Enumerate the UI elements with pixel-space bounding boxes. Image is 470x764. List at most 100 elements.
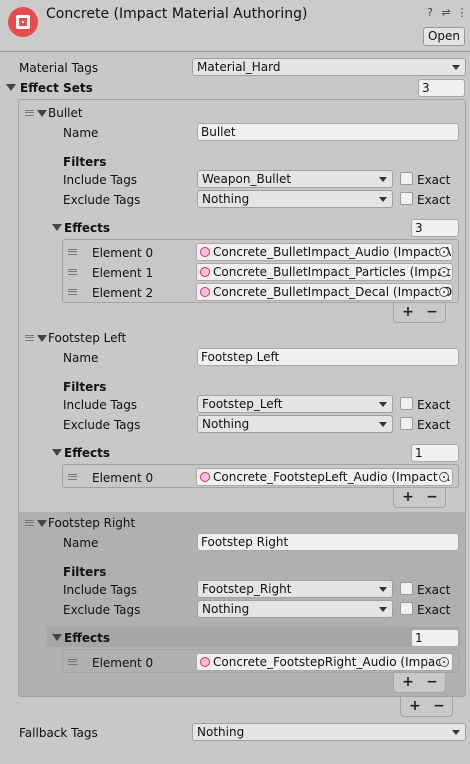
material-tags-label: Material Tags: [19, 61, 99, 75]
effect-object-field[interactable]: Concrete_BulletImpact_Particles (Impac: [196, 263, 453, 281]
element-label: Element 0: [92, 471, 154, 485]
chevron-down-icon: [379, 177, 387, 182]
exclude-exact-checkbox[interactable]: [400, 192, 413, 205]
exact-label: Exact: [417, 603, 451, 617]
exclude-tags-dropdown[interactable]: Nothing: [197, 415, 393, 433]
footstep-left-foldout-icon[interactable]: [37, 335, 47, 342]
exclude-tags-label: Exclude Tags: [63, 418, 141, 432]
fallback-tags-label: Fallback Tags: [19, 726, 98, 740]
material-tags-dropdown[interactable]: Material_Hard: [192, 58, 466, 76]
drag-handle-icon[interactable]: [25, 520, 34, 526]
add-element-button[interactable]: +: [400, 305, 416, 319]
name-label: Name: [63, 536, 99, 550]
element-label: Element 2: [92, 286, 154, 300]
exclude-exact-checkbox[interactable]: [400, 602, 413, 615]
include-tags-dropdown[interactable]: Footstep_Right: [197, 580, 393, 598]
bullet-foldout-icon[interactable]: [37, 110, 47, 117]
effect-object-field[interactable]: Concrete_FootstepRight_Audio (Impact: [196, 653, 453, 671]
drag-handle-icon[interactable]: [68, 289, 77, 295]
exclude-exact-checkbox[interactable]: [400, 417, 413, 430]
include-tags-dropdown[interactable]: Footstep_Left: [197, 395, 393, 413]
remove-effect-set-button[interactable]: −: [431, 699, 447, 713]
audio-icon: [200, 472, 210, 482]
object-picker-icon[interactable]: [439, 287, 449, 297]
audio-icon: [200, 657, 210, 667]
effects-size-field[interactable]: 1: [411, 629, 459, 647]
filters-label: Filters: [63, 380, 107, 394]
include-exact-checkbox[interactable]: [400, 397, 413, 410]
exclude-tags-label: Exclude Tags: [63, 193, 141, 207]
element-label: Element 0: [92, 656, 154, 670]
effect-set-header[interactable]: Footstep Left: [48, 330, 126, 346]
effects-label: Effects: [64, 221, 111, 235]
exact-label: Exact: [417, 398, 451, 412]
chevron-down-icon: [379, 197, 387, 202]
inspector-title: Concrete (Impact Material Authoring): [46, 6, 308, 22]
effect-object-field[interactable]: Concrete_FootstepLeft_Audio (Impact A: [196, 468, 453, 486]
drag-handle-icon[interactable]: [25, 110, 34, 116]
name-label: Name: [63, 126, 99, 140]
effect-object-field[interactable]: Concrete_BulletImpact_Decal (Impact D: [196, 283, 453, 301]
effects-label: Effects: [64, 446, 111, 460]
effects-add-remove-bar: + −: [393, 673, 446, 693]
add-effect-set-button[interactable]: +: [407, 699, 423, 713]
effect-sets-label: Effect Sets: [20, 81, 93, 95]
exclude-tags-label: Exclude Tags: [63, 603, 141, 617]
include-tags-dropdown[interactable]: Weapon_Bullet: [197, 170, 393, 188]
exact-label: Exact: [417, 193, 451, 207]
open-button[interactable]: Open: [423, 27, 465, 46]
object-picker-icon[interactable]: [439, 472, 449, 482]
name-field[interactable]: Bullet: [197, 123, 459, 141]
element-label: Element 0: [92, 246, 154, 260]
more-options-icon[interactable]: ⋮: [456, 7, 468, 19]
effects-size-field[interactable]: 1: [411, 444, 459, 462]
drag-handle-icon[interactable]: [25, 335, 34, 341]
drag-handle-icon[interactable]: [68, 659, 77, 665]
presets-icon[interactable]: ⇌: [440, 7, 452, 19]
effects-foldout-icon[interactable]: [52, 224, 62, 231]
effects-size-field[interactable]: 3: [411, 219, 459, 237]
effects-foldout-icon[interactable]: [52, 449, 62, 456]
object-picker-icon[interactable]: [439, 657, 449, 667]
filters-label: Filters: [63, 565, 107, 579]
exclude-tags-dropdown[interactable]: Nothing: [197, 190, 393, 208]
footstep-right-foldout-icon[interactable]: [37, 520, 47, 527]
effect-sets-foldout-icon[interactable]: [6, 84, 16, 91]
exclude-tags-dropdown[interactable]: Nothing: [197, 600, 393, 618]
add-element-button[interactable]: +: [400, 675, 416, 689]
chevron-down-icon: [379, 422, 387, 427]
remove-element-button[interactable]: −: [424, 305, 440, 319]
audio-icon: [200, 247, 210, 257]
name-field[interactable]: Footstep Left: [197, 348, 459, 366]
chevron-down-icon: [379, 402, 387, 407]
exact-label: Exact: [417, 583, 451, 597]
chevron-down-icon: [379, 607, 387, 612]
effect-sets-size-field[interactable]: 3: [418, 79, 465, 97]
include-exact-checkbox[interactable]: [400, 172, 413, 185]
particles-icon: [200, 267, 210, 277]
help-icon[interactable]: ?: [424, 7, 436, 19]
element-label: Element 1: [92, 266, 154, 280]
effect-object-field[interactable]: Concrete_BulletImpact_Audio (Impact A: [196, 243, 453, 261]
include-exact-checkbox[interactable]: [400, 582, 413, 595]
chevron-down-icon: [452, 730, 460, 735]
include-tags-label: Include Tags: [63, 398, 138, 412]
name-field[interactable]: Footstep Right: [197, 533, 459, 551]
effects-label: Effects: [64, 631, 111, 645]
name-label: Name: [63, 351, 99, 365]
add-element-button[interactable]: +: [400, 490, 416, 504]
effect-set-header[interactable]: Bullet: [48, 105, 83, 121]
drag-handle-icon[interactable]: [68, 474, 77, 480]
impact-material-icon: [8, 7, 38, 37]
effects-add-remove-bar: + −: [393, 303, 446, 323]
remove-element-button[interactable]: −: [424, 490, 440, 504]
drag-handle-icon[interactable]: [68, 269, 77, 275]
effect-set-header[interactable]: Footstep Right: [48, 515, 135, 531]
object-picker-icon[interactable]: [439, 267, 449, 277]
effects-foldout-icon[interactable]: [52, 634, 62, 641]
drag-handle-icon[interactable]: [68, 249, 77, 255]
object-picker-icon[interactable]: [439, 247, 449, 257]
remove-element-button[interactable]: −: [424, 675, 440, 689]
fallback-tags-dropdown[interactable]: Nothing: [192, 723, 466, 741]
include-tags-label: Include Tags: [63, 173, 138, 187]
